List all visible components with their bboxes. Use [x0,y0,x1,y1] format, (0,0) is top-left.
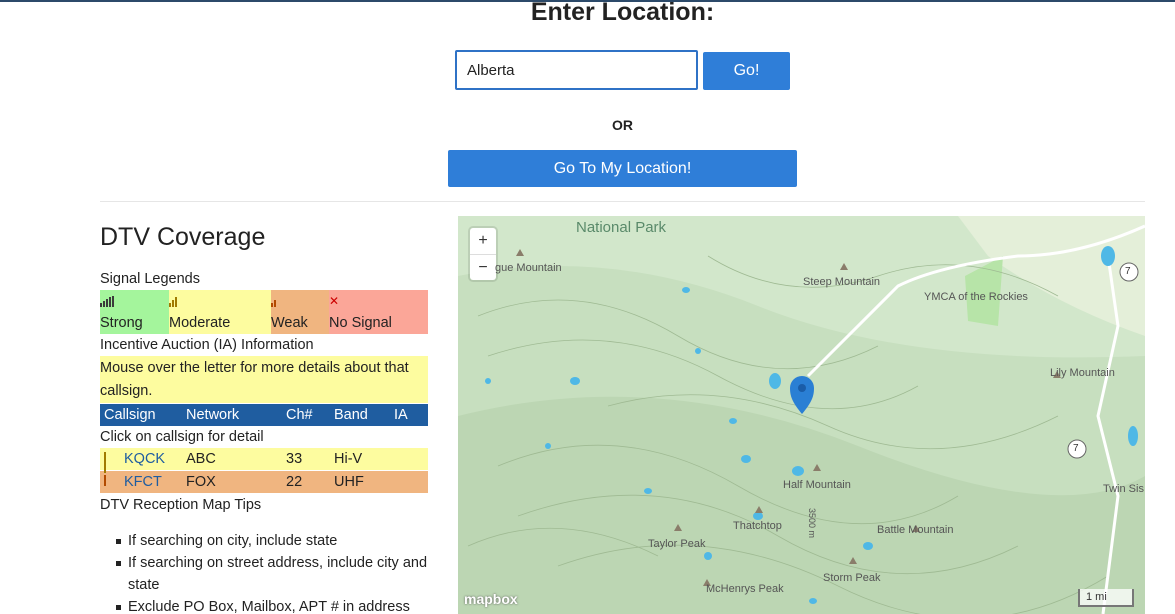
zoom-controls: + − [470,228,496,280]
divider [100,201,1145,202]
legend-label: Weak [271,315,308,331]
map-label: Taylor Peak [648,538,706,550]
map-label: National Park [576,219,667,236]
map-label: Half Mountain [783,479,851,491]
legend-title: Signal Legends [100,271,200,287]
map-label: Steep Mountain [803,276,881,288]
column-header: IA [394,407,408,423]
ia-cell[interactable] [394,471,424,493]
click-note: Click on callsign for detail [100,429,264,445]
signal-weak-icon [104,475,124,486]
legend-weak: Weak [271,290,329,334]
table-row[interactable]: KFCT FOX 22 UHF [100,471,428,493]
ia-note: Mouse over the letter for more details a… [100,356,428,403]
list-item: If searching on city, include state [116,530,428,552]
zoom-out-button[interactable]: − [470,254,496,280]
map-label: gue Mountain [495,262,562,274]
map-label: 3500 m [807,508,817,539]
zoom-in-button[interactable]: + [470,228,496,254]
list-item: If searching on street address, include … [116,552,428,596]
callsign-link[interactable]: KQCK [124,448,165,470]
map-label: Battle Mountain [877,524,954,536]
map-label: Storm Peak [823,572,881,584]
ia-title: Incentive Auction (IA) Information [100,337,314,353]
signal-weak-icon [271,296,276,307]
section-title: DTV Coverage [100,223,266,251]
mapbox-logo[interactable]: mapbox [464,591,518,607]
band-cell: Hi-V [334,451,363,467]
my-location-button[interactable]: Go To My Location! [448,150,797,187]
station-table-header: Callsign Network Ch# Band IA [100,404,428,426]
map-label: McHenrys Peak [706,583,784,595]
column-header: Ch# [286,407,313,423]
map-scale: 1 mi [1078,589,1134,607]
route-number: 7 [1125,266,1131,277]
tips-list: If searching on city, include state If s… [100,530,428,614]
signal-moderate-icon [169,296,177,307]
legend-label: No Signal [329,315,392,331]
signal-moderate-icon [104,452,124,473]
ia-cell[interactable] [394,448,424,470]
list-item: Exclude PO Box, Mailbox, APT # in addres… [116,596,428,614]
channel-cell: 33 [286,451,303,467]
map-label: Twin Sis [1103,483,1144,495]
go-button[interactable]: Go! [703,52,790,90]
callsign-link[interactable]: KFCT [124,471,162,493]
coverage-map[interactable]: + − National Park gue Mountain Steep Mou… [458,216,1145,614]
map-label: YMCA of the Rockies [924,291,1028,303]
route-number: 7 [1073,443,1079,454]
table-row[interactable]: KQCK ABC 33 Hi-V [100,448,428,473]
coverage-panel: DTV Coverage Signal Legends Strong Moder… [100,218,428,614]
location-input[interactable] [455,50,698,90]
map-label: Thatchtop [733,520,782,532]
band-cell: UHF [334,474,364,490]
network-cell: FOX [186,474,216,490]
page-title: Enter Location: [530,0,715,26]
network-cell: ABC [186,451,216,467]
legend-label: Moderate [169,315,231,331]
column-header: Band [334,407,368,423]
column-header: Network [186,407,240,423]
channel-cell: 22 [286,474,303,490]
legend-no-signal: ✕ No Signal [329,290,428,334]
legend-moderate: Moderate [169,290,271,334]
signal-legend: Strong Moderate Weak ✕ No Signal [100,290,428,334]
no-signal-icon: ✕ [329,294,340,308]
legend-label: Strong [100,315,143,331]
or-label: OR [612,117,633,133]
tips-title: DTV Reception Map Tips [100,497,262,513]
legend-strong: Strong [100,290,169,334]
map-terrain [458,216,1145,614]
map-label: Lily Mountain [1050,367,1115,379]
signal-strong-icon [100,296,114,307]
column-header: Callsign [104,407,156,423]
